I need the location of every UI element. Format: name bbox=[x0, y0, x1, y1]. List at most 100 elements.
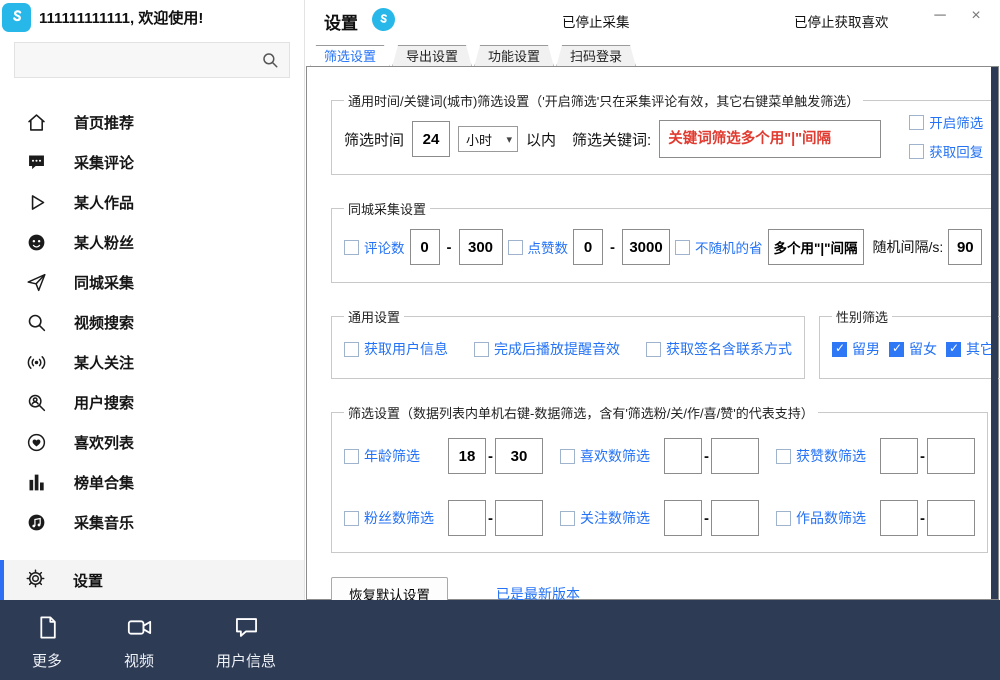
bar-chart-icon bbox=[25, 472, 47, 493]
sidebar-item-ranking[interactable]: 榜单合集 bbox=[0, 462, 304, 502]
time-unit-select[interactable]: 小时 bbox=[458, 126, 518, 152]
like-filter-checkbox[interactable]: 喜欢数筛选 bbox=[560, 446, 664, 466]
checkbox-icon bbox=[344, 342, 359, 357]
bottom-item-user-info[interactable]: 用户信息 bbox=[216, 614, 276, 671]
tab-qr-login[interactable]: 扫码登录 bbox=[556, 45, 636, 67]
range-dash: - bbox=[445, 239, 454, 256]
close-button[interactable]: × bbox=[964, 7, 988, 25]
sidebar-item-user-fans[interactable]: 某人粉丝 bbox=[0, 222, 304, 262]
follow-max-input[interactable] bbox=[711, 500, 759, 536]
user-search-icon bbox=[25, 392, 47, 413]
sidebar-item-user-follow[interactable]: 某人关注 bbox=[0, 342, 304, 382]
sidebar-item-city-collect[interactable]: 同城采集 bbox=[0, 262, 304, 302]
age-max-input[interactable] bbox=[495, 438, 543, 474]
menu-label: 榜单合集 bbox=[74, 472, 134, 493]
praise-max-input[interactable] bbox=[927, 438, 975, 474]
province-input[interactable] bbox=[768, 229, 864, 265]
comment-icon bbox=[25, 152, 47, 173]
bottom-item-more[interactable]: 更多 bbox=[32, 614, 62, 671]
filter-keyword-input[interactable] bbox=[659, 120, 881, 158]
random-interval-label: 随机间隔/s: bbox=[873, 237, 944, 257]
comment-count-checkbox[interactable]: 评论数 bbox=[344, 237, 405, 257]
minimize-button[interactable]: ─ bbox=[928, 7, 952, 25]
search-input[interactable] bbox=[15, 43, 261, 77]
bottom-item-label: 用户信息 bbox=[216, 650, 276, 671]
follow-filter-checkbox[interactable]: 关注数筛选 bbox=[560, 508, 664, 528]
age-min-input[interactable] bbox=[448, 438, 486, 474]
fans-min-input[interactable] bbox=[448, 500, 486, 536]
fans-filter-checkbox[interactable]: 粉丝数筛选 bbox=[344, 508, 448, 528]
checkbox-icon bbox=[474, 342, 489, 357]
like-min-input[interactable] bbox=[573, 229, 603, 265]
play-sound-checkbox[interactable]: 完成后播放提醒音效 bbox=[474, 339, 620, 359]
bottom-item-video[interactable]: 视频 bbox=[124, 614, 154, 671]
works-min-input[interactable] bbox=[880, 500, 918, 536]
sidebar-item-like-list[interactable]: 喜欢列表 bbox=[0, 422, 304, 462]
within-label: 以内 bbox=[526, 129, 556, 150]
enable-filter-checkbox[interactable]: 开启筛选 bbox=[909, 112, 983, 132]
checkbox-icon bbox=[560, 511, 575, 526]
search-icon[interactable] bbox=[261, 51, 279, 69]
like-filter-max-input[interactable] bbox=[711, 438, 759, 474]
checkbox-icon bbox=[560, 449, 575, 464]
panel-scrollbar[interactable] bbox=[991, 67, 998, 599]
range-dash: - bbox=[486, 448, 495, 465]
praise-min-input[interactable] bbox=[880, 438, 918, 474]
broadcast-icon bbox=[25, 352, 47, 373]
fans-filter-group: 粉丝数筛选 - bbox=[344, 500, 560, 536]
tab-function-settings[interactable]: 功能设置 bbox=[474, 45, 554, 67]
sidebar-item-video-search[interactable]: 视频搜索 bbox=[0, 302, 304, 342]
fans-max-input[interactable] bbox=[495, 500, 543, 536]
heart-icon bbox=[25, 432, 47, 453]
app-header: 111111111111, 欢迎使用! bbox=[0, 0, 304, 34]
sidebar-item-user-search[interactable]: 用户搜索 bbox=[0, 382, 304, 422]
get-reply-checkbox[interactable]: 获取回复 bbox=[909, 141, 983, 161]
age-filter-checkbox[interactable]: 年龄筛选 bbox=[344, 446, 448, 466]
gear-icon bbox=[25, 568, 46, 593]
menu-label: 喜欢列表 bbox=[74, 432, 134, 453]
titlebar: 设置 已停止采集 已停止获取喜欢 ─ × bbox=[306, 0, 1000, 40]
like-max-input[interactable] bbox=[622, 229, 670, 265]
fixed-province-checkbox[interactable]: 不随机的省 bbox=[675, 237, 763, 257]
sidebar-item-home[interactable]: 首页推荐 bbox=[0, 102, 304, 142]
like-filter-min-input[interactable] bbox=[664, 438, 702, 474]
works-filter-checkbox[interactable]: 作品数筛选 bbox=[776, 508, 880, 528]
checkbox-icon bbox=[508, 240, 523, 255]
user-face-icon bbox=[25, 232, 47, 253]
tab-export-settings[interactable]: 导出设置 bbox=[392, 45, 472, 67]
like-count-checkbox[interactable]: 点赞数 bbox=[508, 237, 569, 257]
sidebar-item-collect-music[interactable]: 采集音乐 bbox=[0, 502, 304, 542]
sidebar: 111111111111, 欢迎使用! 首页推荐 采集评论 某人作品 某人粉丝 … bbox=[0, 0, 305, 600]
filter-time-input[interactable] bbox=[412, 121, 450, 157]
comment-max-input[interactable] bbox=[459, 229, 503, 265]
keep-male-checkbox[interactable]: 留男 bbox=[832, 339, 880, 359]
keep-female-checkbox[interactable]: 留女 bbox=[889, 339, 937, 359]
sidebar-item-settings[interactable]: 设置 bbox=[0, 560, 304, 600]
sidebar-search-box[interactable] bbox=[14, 42, 290, 78]
praise-filter-checkbox[interactable]: 获赞数筛选 bbox=[776, 446, 880, 466]
welcome-text: 111111111111, 欢迎使用! bbox=[39, 7, 203, 28]
video-camera-icon bbox=[126, 614, 153, 645]
checkbox-checked-icon bbox=[889, 342, 904, 357]
works-max-input[interactable] bbox=[927, 500, 975, 536]
range-dash: - bbox=[918, 510, 927, 527]
sidebar-menu: 首页推荐 采集评论 某人作品 某人粉丝 同城采集 视频搜索 某人关注 用户搜索 bbox=[0, 102, 304, 542]
like-filter-group: 喜欢数筛选 - bbox=[560, 438, 776, 474]
works-filter-group: 作品数筛选 - bbox=[776, 500, 975, 536]
random-interval-input[interactable] bbox=[948, 229, 982, 265]
get-user-info-checkbox[interactable]: 获取用户信息 bbox=[344, 339, 448, 359]
keep-other-checkbox[interactable]: 其它 bbox=[946, 339, 994, 359]
range-dash: - bbox=[486, 510, 495, 527]
signature-contact-checkbox[interactable]: 获取签名含联系方式 bbox=[646, 339, 792, 359]
menu-label: 某人粉丝 bbox=[74, 232, 134, 253]
file-icon bbox=[34, 614, 61, 645]
menu-label: 某人关注 bbox=[74, 352, 134, 373]
menu-label: 采集音乐 bbox=[74, 512, 134, 533]
time-unit-value: 小时 bbox=[466, 130, 492, 149]
sidebar-item-user-works[interactable]: 某人作品 bbox=[0, 182, 304, 222]
tab-filter-settings[interactable]: 筛选设置 bbox=[310, 45, 390, 68]
settings-panel: 通用时间/关键词(城市)筛选设置（'开启筛选'只在采集评论有效，其它右键菜单触发… bbox=[306, 66, 999, 600]
follow-min-input[interactable] bbox=[664, 500, 702, 536]
sidebar-item-collect-comments[interactable]: 采集评论 bbox=[0, 142, 304, 182]
comment-min-input[interactable] bbox=[410, 229, 440, 265]
